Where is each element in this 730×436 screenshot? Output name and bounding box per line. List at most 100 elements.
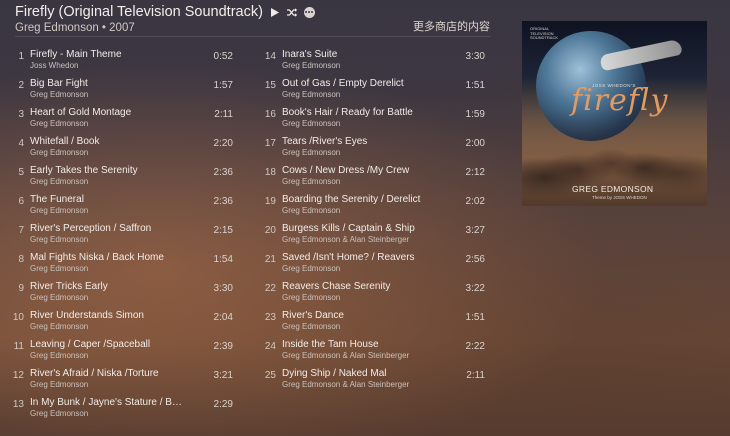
track-title: Cows / New Dress /My Crew xyxy=(282,165,410,176)
track-row[interactable]: 11 Leaving / Caper /Spaceball Greg Edmonso… xyxy=(8,335,233,364)
track-artist: Greg Edmonson xyxy=(30,322,89,331)
track-row[interactable]: 1 Firefly - Main Theme Joss Whedon 0:52 xyxy=(8,45,233,74)
track-number: 15 xyxy=(264,80,276,91)
track-row[interactable]: 5 Early Takes the Serenity Greg Edmonson 2:… xyxy=(8,161,233,190)
track-number: 17 xyxy=(264,138,276,149)
track-artist: Greg Edmonson xyxy=(30,177,89,186)
track-artist: Greg Edmonson xyxy=(282,61,341,70)
track-number: 6 xyxy=(18,196,24,207)
album-header: Firefly (Original Television Soundtrack)… xyxy=(15,2,490,37)
track-title: River Tricks Early xyxy=(30,281,108,292)
track-artist: Greg Edmonson xyxy=(282,322,341,331)
track-duration: 1:51 xyxy=(465,312,485,323)
track-title: Leaving / Caper /Spaceball xyxy=(30,339,151,350)
track-artist: Greg Edmonson xyxy=(30,293,89,302)
cover-theme-by: Theme by JOSS WHEDON xyxy=(592,195,647,200)
track-row[interactable]: 7 River's Perception / Saffron Greg Edmons… xyxy=(8,219,233,248)
track-duration: 2:15 xyxy=(213,225,233,236)
track-title: Boarding the Serenity / Derelict xyxy=(282,194,421,205)
track-duration: 2:22 xyxy=(465,341,485,352)
track-row[interactable]: 22 Reavers Chase Serenity Greg Edmonson 3:2… xyxy=(260,277,485,306)
track-number: 24 xyxy=(264,341,276,352)
header-divider xyxy=(15,36,490,37)
track-row[interactable]: 19 Boarding the Serenity / Derelict Greg E… xyxy=(260,190,485,219)
track-row[interactable]: 4 Whitefall / Book Greg Edmonson 2:20 xyxy=(8,132,233,161)
track-artist: Greg Edmonson xyxy=(30,119,89,128)
track-number: 13 xyxy=(12,399,24,410)
track-duration: 2:29 xyxy=(213,399,233,410)
track-row[interactable]: 24 Inside the Tam House Greg Edmonson & Al… xyxy=(260,335,485,364)
track-row[interactable]: 12 River's Afraid / Niska /Torture Greg Ed… xyxy=(8,364,233,393)
track-row[interactable]: 23 River's Dance Greg Edmonson 1:51 xyxy=(260,306,485,335)
track-number: 14 xyxy=(264,51,276,62)
track-number: 3 xyxy=(18,109,24,120)
track-row[interactable]: 14 Inara's Suite Greg Edmonson 3:30 xyxy=(260,45,485,74)
track-number: 2 xyxy=(18,80,24,91)
track-artist: Greg Edmonson xyxy=(30,235,89,244)
track-row[interactable]: 3 Heart of Gold Montage Greg Edmonson 2:11 xyxy=(8,103,233,132)
more-icon[interactable] xyxy=(303,6,315,18)
track-duration: 2:56 xyxy=(465,254,485,265)
track-title: River's Perception / Saffron xyxy=(30,223,152,234)
album-title: Firefly (Original Television Soundtrack) xyxy=(15,4,263,20)
track-artist: Greg Edmonson xyxy=(30,351,89,360)
shuffle-icon[interactable] xyxy=(286,7,298,18)
track-number: 10 xyxy=(12,312,24,323)
track-row[interactable]: 16 Book's Hair / Ready for Battle Greg Edm… xyxy=(260,103,485,132)
track-number: 4 xyxy=(18,138,24,149)
track-duration: 1:51 xyxy=(465,80,485,91)
track-duration: 2:11 xyxy=(466,370,485,381)
track-row[interactable]: 13 In My Bunk / Jayne's Stature / B… Greg … xyxy=(8,393,233,422)
track-artist: Greg Edmonson xyxy=(30,380,89,389)
track-title: The Funeral xyxy=(30,194,84,205)
track-row[interactable]: 18 Cows / New Dress /My Crew Greg Edmonson… xyxy=(260,161,485,190)
track-title: Heart of Gold Montage xyxy=(30,107,132,118)
track-number: 16 xyxy=(264,109,276,120)
track-artist: Greg Edmonson xyxy=(30,90,89,99)
track-number: 21 xyxy=(264,254,276,265)
track-title: Dying Ship / Naked Mal xyxy=(282,368,387,379)
play-icon[interactable] xyxy=(269,7,280,18)
track-title: Book's Hair / Ready for Battle xyxy=(282,107,413,118)
track-title: Whitefall / Book xyxy=(30,136,100,147)
track-row[interactable]: 8 Mal Fights Niska / Back Home Greg Edmons… xyxy=(8,248,233,277)
track-duration: 3:22 xyxy=(465,283,485,294)
track-duration: 2:36 xyxy=(213,196,233,207)
track-row[interactable]: 20 Burgess Kills / Captain & Ship Greg Edm… xyxy=(260,219,485,248)
track-title: River's Afraid / Niska /Torture xyxy=(30,368,159,379)
track-duration: 2:00 xyxy=(465,138,485,149)
track-number: 22 xyxy=(264,283,276,294)
track-row[interactable]: 15 Out of Gas / Empty Derelict Greg Edmons… xyxy=(260,74,485,103)
track-duration: 3:30 xyxy=(465,51,485,62)
track-row[interactable]: 2 Big Bar Fight Greg Edmonson 1:57 xyxy=(8,74,233,103)
more-store-content-link[interactable]: 更多商店的内容 xyxy=(413,18,490,34)
track-artist: Greg Edmonson xyxy=(30,409,89,418)
track-row[interactable]: 10 River Understands Simon Greg Edmonson 2:… xyxy=(8,306,233,335)
cover-small-text: ORIGINAL TELEVISION SOUNDTRACK xyxy=(530,26,559,40)
track-duration: 3:27 xyxy=(465,225,485,236)
track-row[interactable]: 6 The Funeral Greg Edmonson 2:36 xyxy=(8,190,233,219)
track-title: Saved /Isn't Home? / Reavers xyxy=(282,252,415,263)
track-title: Early Takes the Serenity xyxy=(30,165,138,176)
track-artist: Greg Edmonson xyxy=(30,264,89,273)
track-title: Tears /River's Eyes xyxy=(282,136,368,147)
track-number: 11 xyxy=(13,341,24,352)
track-number: 1 xyxy=(18,51,24,62)
track-artist: Greg Edmonson xyxy=(282,148,341,157)
track-artist: Greg Edmonson xyxy=(282,264,341,273)
track-duration: 2:36 xyxy=(213,167,233,178)
track-title: Mal Fights Niska / Back Home xyxy=(30,252,164,263)
track-duration: 2:12 xyxy=(465,167,485,178)
track-duration: 2:20 xyxy=(213,138,233,149)
track-duration: 1:59 xyxy=(465,109,485,120)
track-duration: 1:54 xyxy=(213,254,233,265)
track-artist: Joss Whedon xyxy=(30,61,79,70)
track-title: Big Bar Fight xyxy=(30,78,88,89)
track-row[interactable]: 21 Saved /Isn't Home? / Reavers Greg Edmon… xyxy=(260,248,485,277)
track-row[interactable]: 9 River Tricks Early Greg Edmonson 3:30 xyxy=(8,277,233,306)
track-number: 5 xyxy=(18,167,24,178)
track-title: Inside the Tam House xyxy=(282,339,379,350)
track-artist: Greg Edmonson & Alan Steinberger xyxy=(282,380,410,389)
track-row[interactable]: 25 Dying Ship / Naked Mal Greg Edmonson & … xyxy=(260,364,485,393)
track-row[interactable]: 17 Tears /River's Eyes Greg Edmonson 2:00 xyxy=(260,132,485,161)
